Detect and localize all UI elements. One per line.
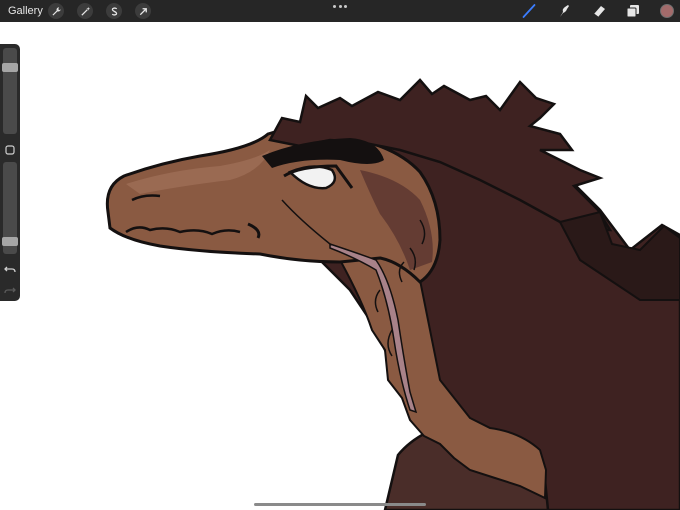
actions-button[interactable] (48, 3, 64, 19)
modify-button[interactable] (5, 145, 15, 155)
layers-icon (626, 5, 639, 18)
ellipsis-icon (333, 4, 336, 8)
arrow-cursor-icon (139, 7, 147, 15)
undo-icon (4, 266, 16, 273)
square-icon (5, 145, 15, 155)
smudge-icon (560, 5, 569, 17)
gallery-button[interactable]: Gallery (8, 4, 43, 18)
magic-wand-icon (80, 6, 90, 16)
selection-button[interactable] (106, 3, 122, 19)
top-toolbar: Gallery (0, 0, 680, 22)
color-picker-button[interactable] (660, 4, 674, 18)
eraser-tool[interactable] (590, 2, 608, 20)
brush-tool[interactable] (520, 2, 538, 20)
eraser-icon (593, 6, 605, 18)
procreate-app: Gallery (0, 0, 680, 510)
brush-size-slider[interactable] (2, 48, 18, 134)
redo-button[interactable] (4, 284, 16, 296)
transform-button[interactable] (135, 3, 151, 19)
brush-icon (522, 4, 536, 18)
layers-tool[interactable] (624, 2, 642, 20)
drawing-canvas[interactable] (0, 0, 680, 510)
undo-button[interactable] (4, 263, 16, 275)
selection-s-icon (111, 6, 117, 16)
redo-icon (4, 287, 16, 294)
adjustments-button[interactable] (77, 3, 93, 19)
left-sidebar (0, 44, 20, 301)
ellipsis-icon (344, 4, 347, 8)
smudge-tool[interactable] (555, 2, 573, 20)
brush-size-thumb[interactable] (2, 63, 18, 72)
home-indicator (254, 503, 426, 506)
brush-opacity-thumb[interactable] (2, 237, 18, 246)
ellipsis-icon (338, 4, 342, 8)
brush-opacity-slider[interactable] (2, 162, 18, 254)
more-options-button[interactable] (333, 2, 347, 10)
wrench-icon (51, 6, 61, 16)
